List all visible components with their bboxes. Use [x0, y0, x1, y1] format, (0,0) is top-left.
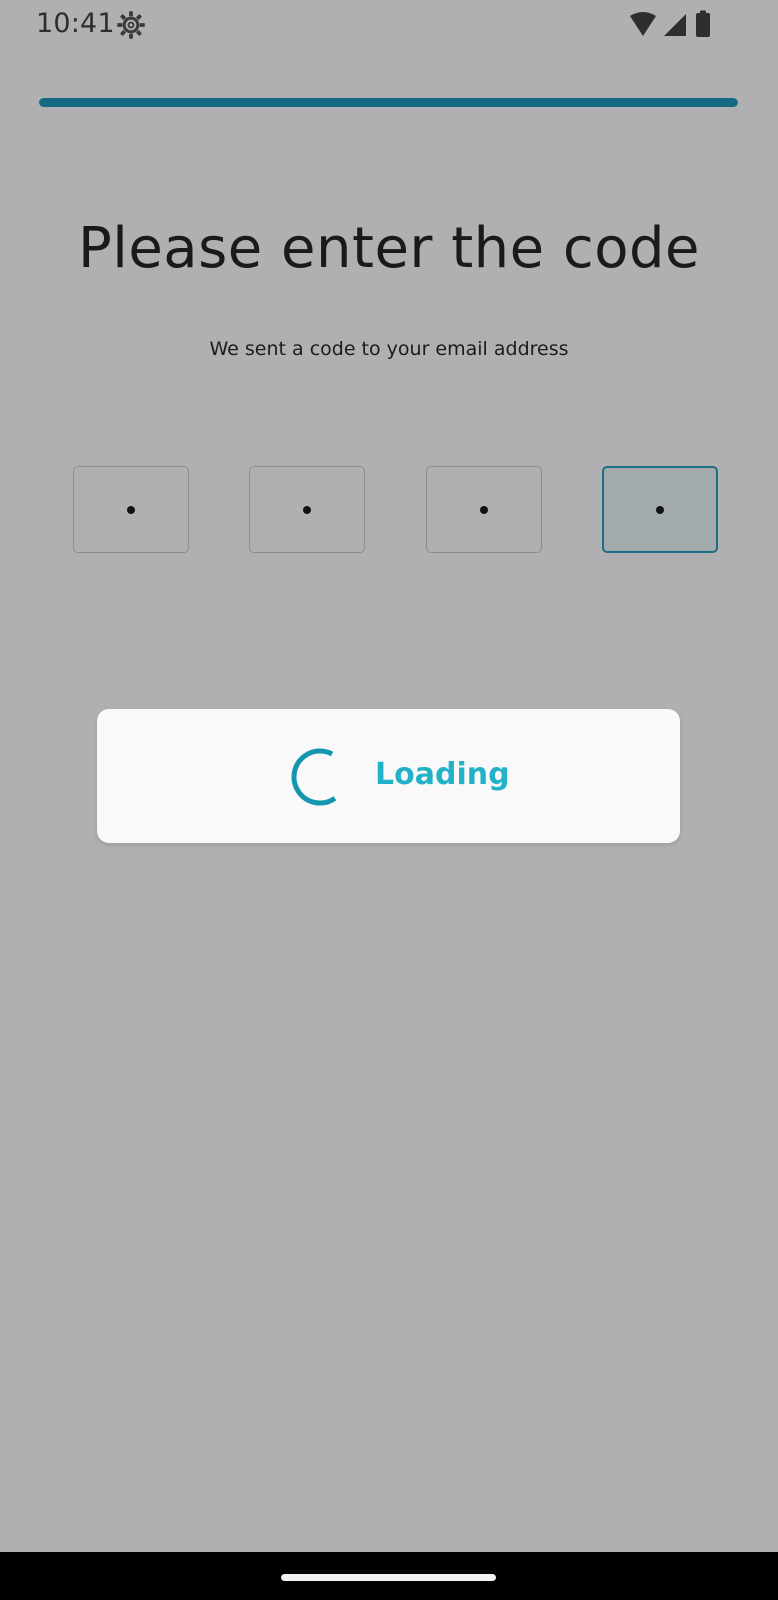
- code-digit-mask: [656, 505, 664, 514]
- status-time: 10:41: [36, 8, 115, 39]
- progress-fill: [39, 98, 738, 107]
- status-bar: 10:41: [0, 0, 778, 50]
- loading-spinner-icon: [291, 748, 349, 806]
- code-digit-mask: [303, 505, 311, 514]
- settings-gear-icon: [117, 11, 145, 39]
- navigation-bar: [0, 1552, 778, 1600]
- battery-icon: [696, 10, 710, 37]
- page-subtitle: We sent a code to your email address: [209, 338, 569, 360]
- page-title: Please enter the code: [78, 216, 700, 281]
- loading-dialog: Loading: [97, 709, 680, 843]
- cellular-signal-icon: [664, 14, 686, 36]
- code-input-box-2[interactable]: [249, 466, 365, 553]
- code-digit-mask: [480, 505, 488, 514]
- progress-bar: [39, 98, 738, 107]
- home-indicator[interactable]: [281, 1574, 496, 1581]
- wifi-icon: [630, 12, 656, 36]
- code-input-row: [73, 466, 721, 555]
- code-input-box-4[interactable]: [602, 466, 718, 553]
- code-input-box-3[interactable]: [426, 466, 542, 553]
- code-input-box-1[interactable]: [73, 466, 189, 553]
- system-status-icons: [630, 10, 710, 37]
- loading-label: Loading: [375, 757, 510, 792]
- code-digit-mask: [127, 505, 135, 514]
